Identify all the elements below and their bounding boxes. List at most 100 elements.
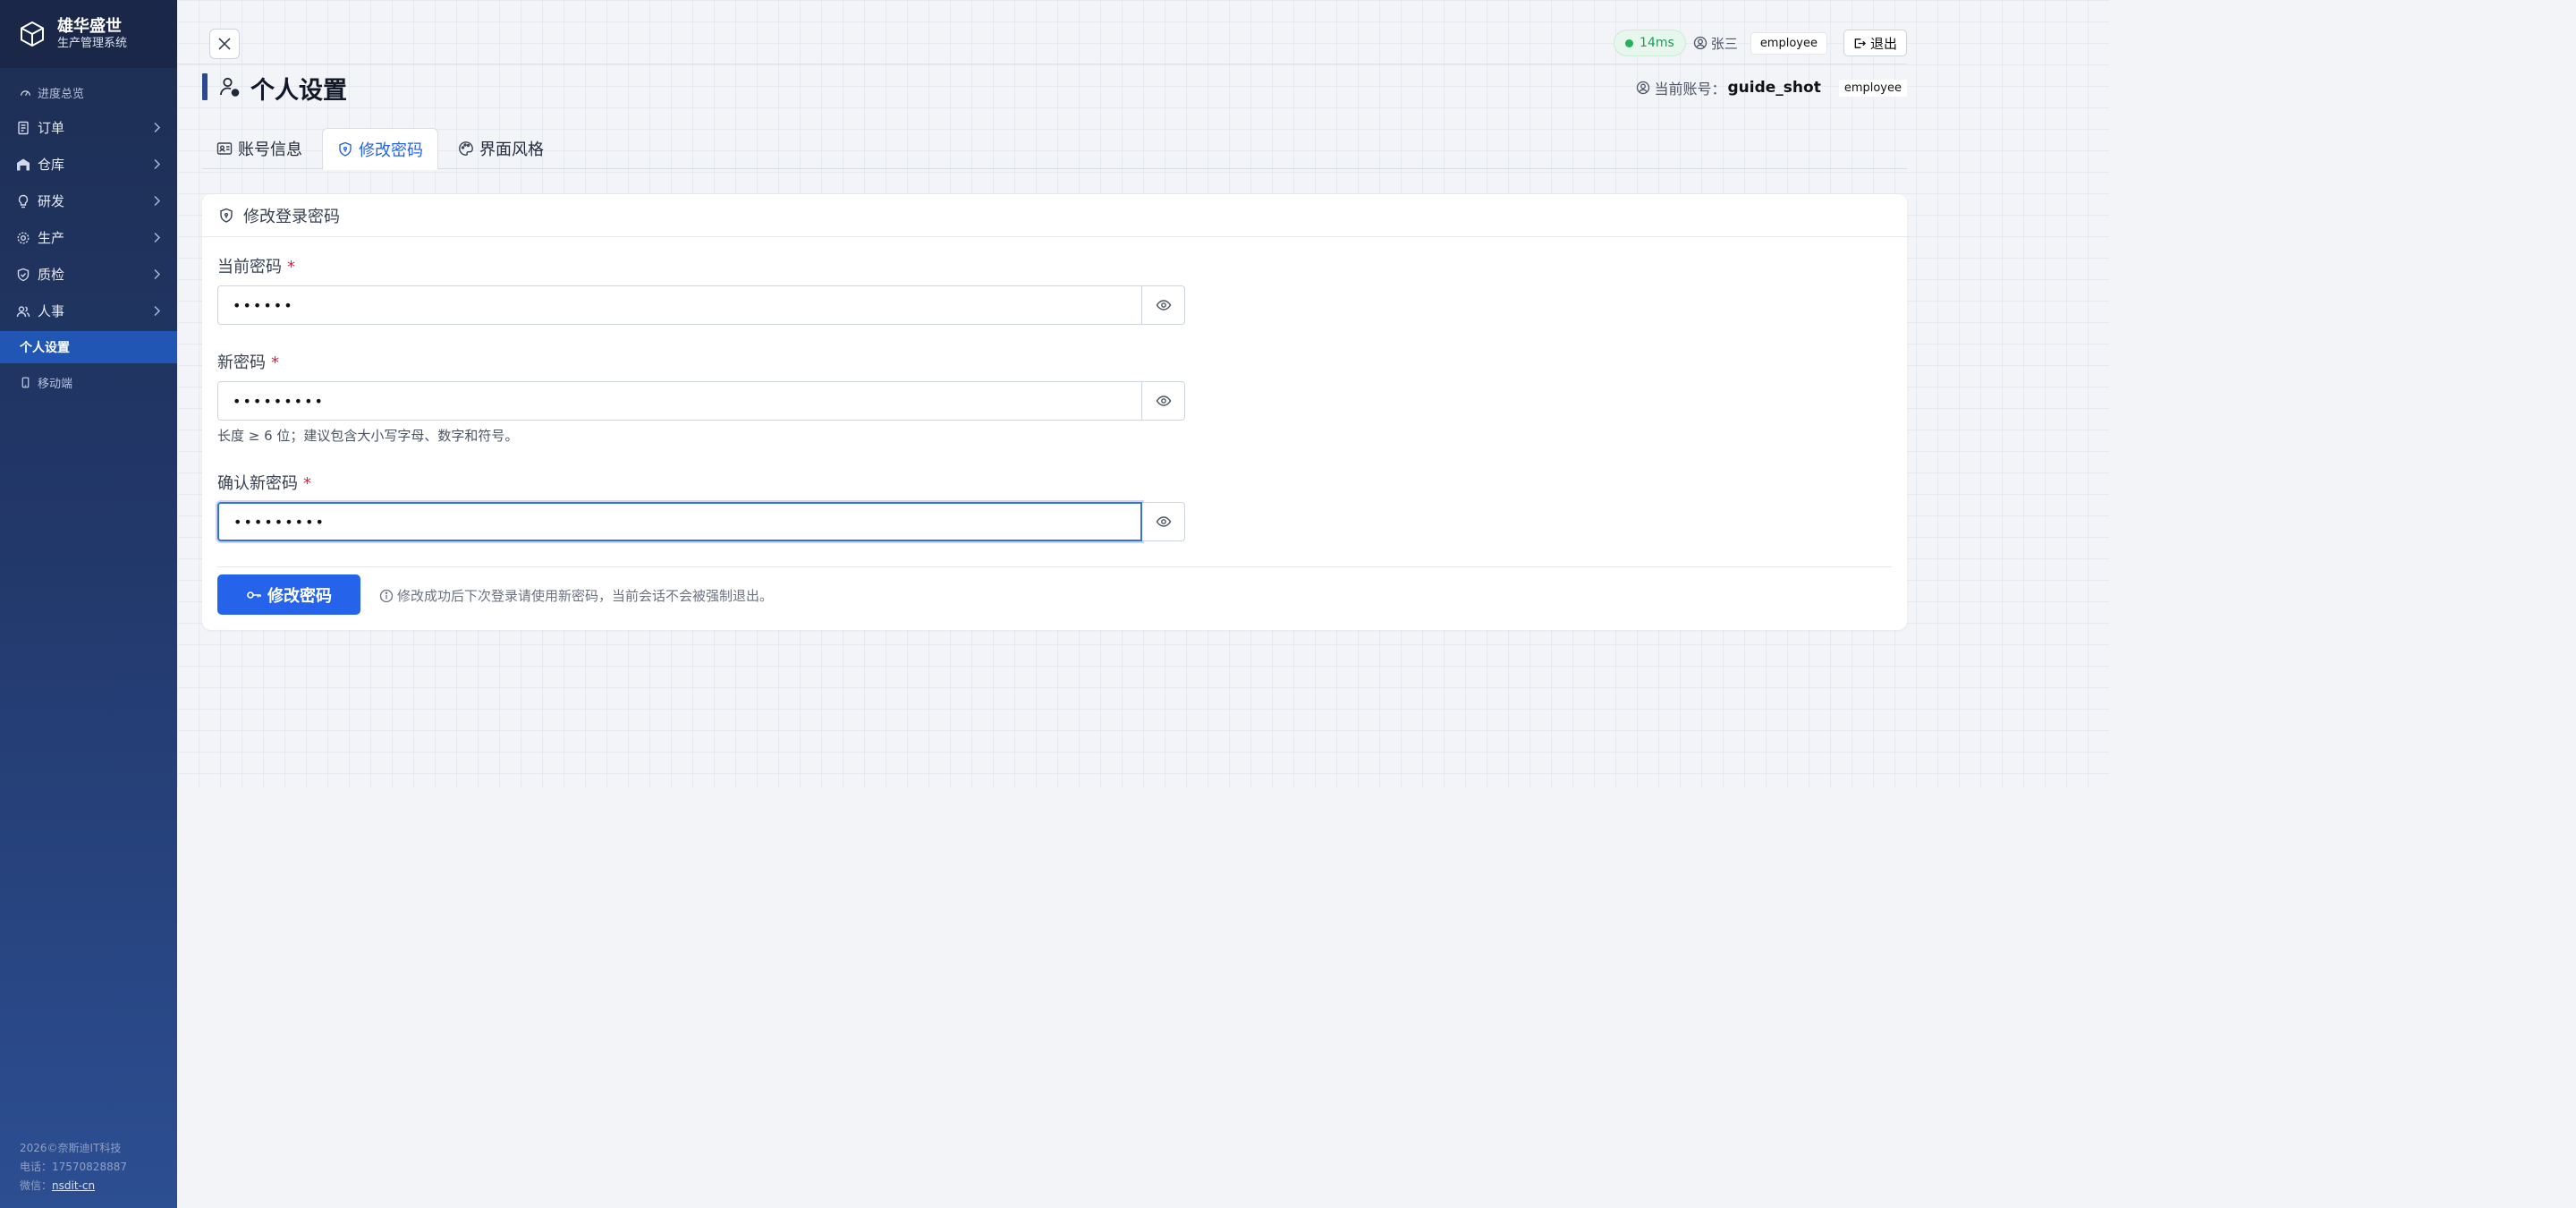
latency-value: 14ms bbox=[1640, 36, 1674, 50]
page-title: 个人设置 bbox=[250, 77, 347, 105]
sidebar-item-label: 质检 bbox=[38, 267, 65, 283]
sidebar-item-label: 个人设置 bbox=[20, 341, 70, 355]
sidebar-item-rnd[interactable]: 研发 bbox=[0, 183, 177, 219]
label-text: 当前密码 bbox=[217, 258, 282, 276]
account-name: guide_shot bbox=[1727, 79, 1821, 97]
sidebar-item-label: 订单 bbox=[38, 120, 65, 136]
logout-button[interactable]: 退出 bbox=[1843, 30, 1907, 56]
eye-icon bbox=[1156, 516, 1171, 527]
tab-label: 账号信息 bbox=[238, 140, 302, 159]
eye-icon bbox=[1156, 396, 1171, 406]
sidebar-footer: 2026©奈斯迪IT科技 电话：17570828887 微信：nsdit-cn bbox=[20, 1139, 127, 1195]
role-badge: employee bbox=[1750, 31, 1827, 55]
form-hint: 修改成功后下次登录请使用新密码，当前会话不会被强制退出。 bbox=[379, 586, 773, 605]
sidebar-item-orders[interactable]: 订单 bbox=[0, 109, 177, 146]
form-divider bbox=[217, 566, 1892, 567]
close-button[interactable] bbox=[209, 29, 240, 59]
current-password-group bbox=[217, 285, 1185, 325]
brand-title: 雄华盛世 bbox=[57, 17, 122, 36]
tab-change-password[interactable]: 修改密码 bbox=[322, 128, 438, 170]
tab-label: 界面风格 bbox=[479, 140, 544, 159]
logout-label: 退出 bbox=[1869, 35, 1897, 52]
shield-check-icon bbox=[17, 268, 30, 281]
confirm-password-label: 确认新密码 * bbox=[217, 471, 311, 494]
footer-wechat-link[interactable]: nsdit-cn bbox=[52, 1179, 95, 1192]
logout-icon bbox=[1854, 38, 1867, 48]
sidebar-item-warehouse[interactable]: 仓库 bbox=[0, 146, 177, 183]
sidebar-item-production[interactable]: 生产 bbox=[0, 219, 177, 256]
footer-phone: 电话：17570828887 bbox=[20, 1161, 127, 1173]
sidebar-item-progress[interactable]: 进度总览 bbox=[0, 75, 177, 109]
sidebar-item-label: 移动端 bbox=[38, 377, 73, 391]
info-icon bbox=[379, 589, 394, 602]
sidebar-item-label: 生产 bbox=[38, 230, 65, 246]
warehouse-icon bbox=[17, 158, 30, 170]
toggle-visibility-button[interactable] bbox=[1142, 285, 1185, 325]
sidebar-item-label: 仓库 bbox=[38, 157, 65, 173]
current-user[interactable]: 张三 bbox=[1693, 34, 1738, 53]
latency-badge: 14ms bbox=[1614, 30, 1686, 56]
palette-icon bbox=[459, 141, 473, 156]
lightbulb-icon bbox=[18, 194, 29, 208]
user-circle-icon bbox=[1693, 36, 1707, 50]
top-bar: 14ms 张三 employee 退出 bbox=[177, 0, 1907, 64]
page-header: 个人设置 当前账号： guide_shot employee bbox=[202, 73, 1907, 105]
speedometer-icon bbox=[21, 89, 30, 96]
toggle-visibility-button[interactable] bbox=[1142, 502, 1185, 541]
chevron-right-icon bbox=[154, 232, 161, 243]
receipt-icon bbox=[18, 121, 29, 134]
brand-subtitle: 生产管理系统 bbox=[57, 37, 128, 50]
sidebar-item-label: 研发 bbox=[38, 193, 65, 209]
new-password-group bbox=[217, 381, 1185, 421]
eye-icon bbox=[1156, 300, 1171, 311]
shield-lock-icon bbox=[339, 141, 352, 157]
required-mark: * bbox=[271, 353, 279, 372]
close-icon bbox=[218, 38, 231, 50]
sidebar-item-qc[interactable]: 质检 bbox=[0, 256, 177, 293]
required-mark: * bbox=[287, 258, 295, 276]
toggle-visibility-button[interactable] bbox=[1142, 381, 1185, 421]
sidebar-item-personal-settings[interactable]: 个人设置 bbox=[0, 331, 177, 363]
status-dot bbox=[1625, 38, 1634, 47]
tab-account-info[interactable]: 账号信息 bbox=[202, 128, 317, 169]
tab-interface-style[interactable]: 界面风格 bbox=[444, 128, 558, 169]
current-password-input[interactable] bbox=[217, 285, 1142, 325]
account-prefix: 当前账号： bbox=[1654, 81, 1726, 98]
phone-icon bbox=[21, 377, 30, 387]
password-help-text: 长度 ≥ 6 位；建议包含大小写字母、数字和符号。 bbox=[217, 428, 519, 444]
current-password-label: 当前密码 * bbox=[217, 254, 295, 277]
footer-wechat-prefix: 微信： bbox=[20, 1179, 53, 1192]
sidebar-item-label: 人事 bbox=[38, 303, 65, 319]
tab-label: 修改密码 bbox=[359, 140, 423, 160]
sidebar-item-label: 进度总览 bbox=[38, 87, 85, 101]
card-title: 修改登录密码 bbox=[243, 207, 340, 226]
id-card-icon bbox=[216, 142, 233, 155]
chevron-right-icon bbox=[154, 122, 161, 133]
top-right-cluster: 14ms 张三 employee 退出 bbox=[1614, 29, 1907, 57]
user-gear-icon bbox=[220, 77, 240, 97]
settings-tabs: 账号信息 修改密码 界面风格 bbox=[202, 128, 1907, 170]
confirm-password-input[interactable] bbox=[217, 502, 1142, 541]
sidebar-nav: 进度总览 订单 仓库 研发 生产 质检 人事 个人设置 移动端 bbox=[0, 68, 177, 399]
sidebar-item-hr[interactable]: 人事 bbox=[0, 293, 177, 329]
brand[interactable]: 雄华盛世 生产管理系统 bbox=[0, 0, 177, 68]
chevron-right-icon bbox=[154, 195, 161, 207]
people-icon bbox=[16, 305, 30, 317]
new-password-input[interactable] bbox=[217, 381, 1142, 421]
chevron-right-icon bbox=[154, 158, 161, 170]
new-password-label: 新密码 * bbox=[217, 350, 279, 373]
chevron-right-icon bbox=[154, 268, 161, 280]
cube-logo-icon bbox=[21, 21, 44, 47]
title-accent-bar bbox=[202, 73, 208, 100]
sidebar-item-mobile[interactable]: 移动端 bbox=[0, 365, 177, 399]
user-name: 张三 bbox=[1710, 35, 1738, 52]
change-password-card: 修改登录密码 当前密码 * 新密码 * 长度 ≥ 6 位；建议包含大小写字母、数字和… bbox=[202, 194, 1907, 630]
sidebar: 雄华盛世 生产管理系统 进度总览 订单 仓库 研发 生产 质检 人事 个人设置 … bbox=[0, 0, 177, 1208]
hint-text: 修改成功后下次登录请使用新密码，当前会话不会被强制退出。 bbox=[397, 588, 774, 604]
shield-lock-icon bbox=[220, 208, 233, 223]
change-password-button[interactable]: 修改密码 bbox=[217, 574, 360, 615]
account-role: employee bbox=[1838, 79, 1907, 97]
account-info: 当前账号： guide_shot employee bbox=[1636, 77, 1907, 98]
confirm-password-group bbox=[217, 502, 1185, 541]
label-text: 新密码 bbox=[217, 353, 266, 372]
